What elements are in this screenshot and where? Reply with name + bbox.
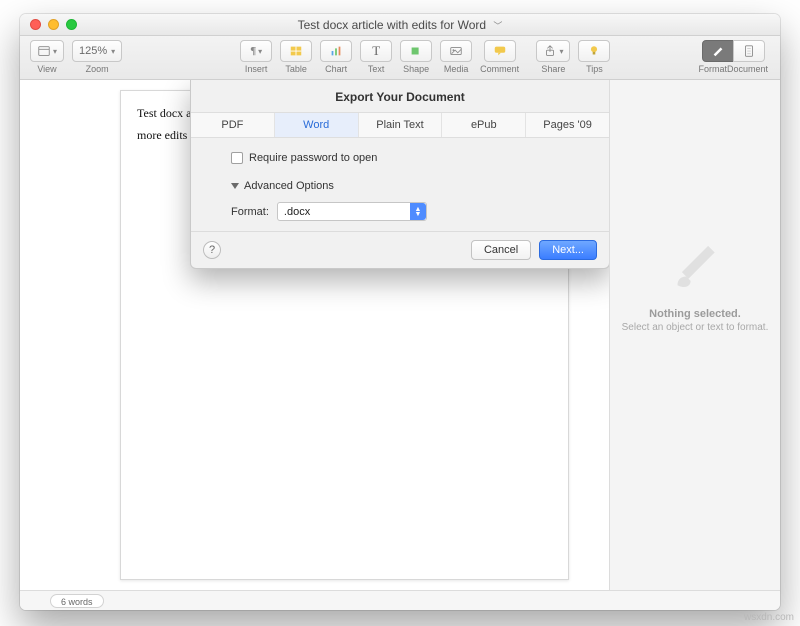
format-select[interactable]: .docx ▲▼ xyxy=(277,202,427,221)
text-label: Text xyxy=(368,64,385,74)
tab-word[interactable]: Word xyxy=(275,113,359,137)
chart-group: Chart xyxy=(320,40,352,74)
require-password-checkbox[interactable] xyxy=(231,152,243,164)
cancel-label: Cancel xyxy=(484,244,518,256)
sidebar-empty-title: Nothing selected. xyxy=(649,308,741,320)
watermark: wsxdn.com xyxy=(744,612,794,623)
content-area: Test docx arti more edits he Export Your… xyxy=(20,80,780,590)
dialog-footer: ? Cancel Next... xyxy=(191,231,609,268)
view-icon xyxy=(37,44,51,58)
share-label: Share xyxy=(541,64,565,74)
share-button[interactable]: ▾ xyxy=(536,40,570,62)
title-text: Test docx article with edits for Word xyxy=(298,18,487,32)
tips-button[interactable] xyxy=(578,40,610,62)
share-icon xyxy=(543,44,557,58)
chart-icon xyxy=(329,44,343,58)
format-label: Format xyxy=(698,64,727,74)
chart-button[interactable] xyxy=(320,40,352,62)
tab-pdf[interactable]: PDF xyxy=(191,113,275,137)
media-group: Media xyxy=(440,40,472,74)
select-arrows-icon: ▲▼ xyxy=(410,203,426,220)
word-count-label: 6 words xyxy=(61,597,93,607)
advanced-options-label: Advanced Options xyxy=(244,180,334,192)
zoom-value: 125% xyxy=(79,45,107,57)
tab-plain-text[interactable]: Plain Text xyxy=(359,113,443,137)
table-label: Table xyxy=(285,64,307,74)
toolbar: ▾ View 125% ▾ Zoom ¶▾ Insert Table xyxy=(20,36,780,80)
shape-group: Shape xyxy=(400,40,432,74)
title-chevron-icon[interactable]: ﹀ xyxy=(493,21,502,31)
document-area[interactable]: Test docx arti more edits he Export Your… xyxy=(20,80,610,590)
insert-group: ¶▾ Insert xyxy=(240,40,272,74)
word-count[interactable]: 6 words xyxy=(50,594,104,608)
format-value: .docx xyxy=(284,206,310,218)
text-button[interactable]: T xyxy=(360,40,392,62)
export-dialog: Export Your Document PDF Word Plain Text… xyxy=(190,80,610,269)
zoom-group: 125% ▾ Zoom xyxy=(72,40,122,74)
chevron-down-icon: ▾ xyxy=(258,47,262,56)
document-icon xyxy=(742,44,756,58)
document-button[interactable] xyxy=(733,40,765,62)
dialog-body: Require password to open Advanced Option… xyxy=(191,138,609,231)
window-title: Test docx article with edits for Word ﹀ xyxy=(20,18,780,32)
sidebar-empty-subtitle: Select an object or text to format. xyxy=(612,322,779,333)
view-label: View xyxy=(37,64,56,74)
lightbulb-icon xyxy=(587,44,601,58)
zoom-select[interactable]: 125% ▾ xyxy=(72,40,122,62)
document-label: Document xyxy=(727,64,768,74)
cancel-button[interactable]: Cancel xyxy=(471,240,531,260)
paintbrush-large-icon xyxy=(660,224,730,294)
media-label: Media xyxy=(444,64,469,74)
tab-pages09[interactable]: Pages '09 xyxy=(526,113,609,137)
next-button[interactable]: Next... xyxy=(539,240,597,260)
help-button[interactable]: ? xyxy=(203,241,221,259)
comment-button[interactable] xyxy=(484,40,516,62)
disclosure-triangle-icon xyxy=(231,183,239,189)
next-label: Next... xyxy=(552,244,584,256)
require-password-row: Require password to open xyxy=(231,152,589,164)
shape-icon xyxy=(409,44,423,58)
view-group: ▾ View xyxy=(30,40,64,74)
comment-label: Comment xyxy=(480,64,519,74)
zoom-label: Zoom xyxy=(86,64,109,74)
dialog-title: Export Your Document xyxy=(191,80,609,112)
text-icon: T xyxy=(372,43,380,59)
paintbrush-icon xyxy=(711,44,725,58)
format-group: Format Document xyxy=(698,40,768,74)
format-label: Format: xyxy=(231,206,269,218)
tips-group: Tips xyxy=(578,40,610,74)
chevron-down-icon: ▾ xyxy=(559,47,563,56)
table-group: Table xyxy=(280,40,312,74)
share-group: ▾ Share xyxy=(536,40,570,74)
media-icon xyxy=(449,44,463,58)
dialog-tabs: PDF Word Plain Text ePub Pages '09 xyxy=(191,112,609,138)
chevron-down-icon: ▾ xyxy=(111,47,115,56)
chart-label: Chart xyxy=(325,64,347,74)
comment-icon xyxy=(493,44,507,58)
table-icon xyxy=(289,44,303,58)
titlebar: Test docx article with edits for Word ﹀ xyxy=(20,14,780,36)
tips-label: Tips xyxy=(586,64,603,74)
format-sidebar: Nothing selected. Select an object or te… xyxy=(610,80,780,590)
chevron-down-icon: ▾ xyxy=(53,47,57,56)
shape-label: Shape xyxy=(403,64,429,74)
table-button[interactable] xyxy=(280,40,312,62)
insert-label: Insert xyxy=(245,64,268,74)
require-password-label: Require password to open xyxy=(249,152,377,164)
app-window: Test docx article with edits for Word ﹀ … xyxy=(20,14,780,610)
format-button[interactable] xyxy=(702,40,734,62)
media-button[interactable] xyxy=(440,40,472,62)
insert-button[interactable]: ¶▾ xyxy=(240,40,272,62)
status-bar: 6 words xyxy=(20,590,780,610)
view-button[interactable]: ▾ xyxy=(30,40,64,62)
format-row: Format: .docx ▲▼ xyxy=(231,202,589,221)
text-group: T Text xyxy=(360,40,392,74)
comment-group: Comment xyxy=(480,40,519,74)
tab-epub[interactable]: ePub xyxy=(442,113,526,137)
advanced-options-toggle[interactable]: Advanced Options xyxy=(231,180,589,192)
shape-button[interactable] xyxy=(400,40,432,62)
